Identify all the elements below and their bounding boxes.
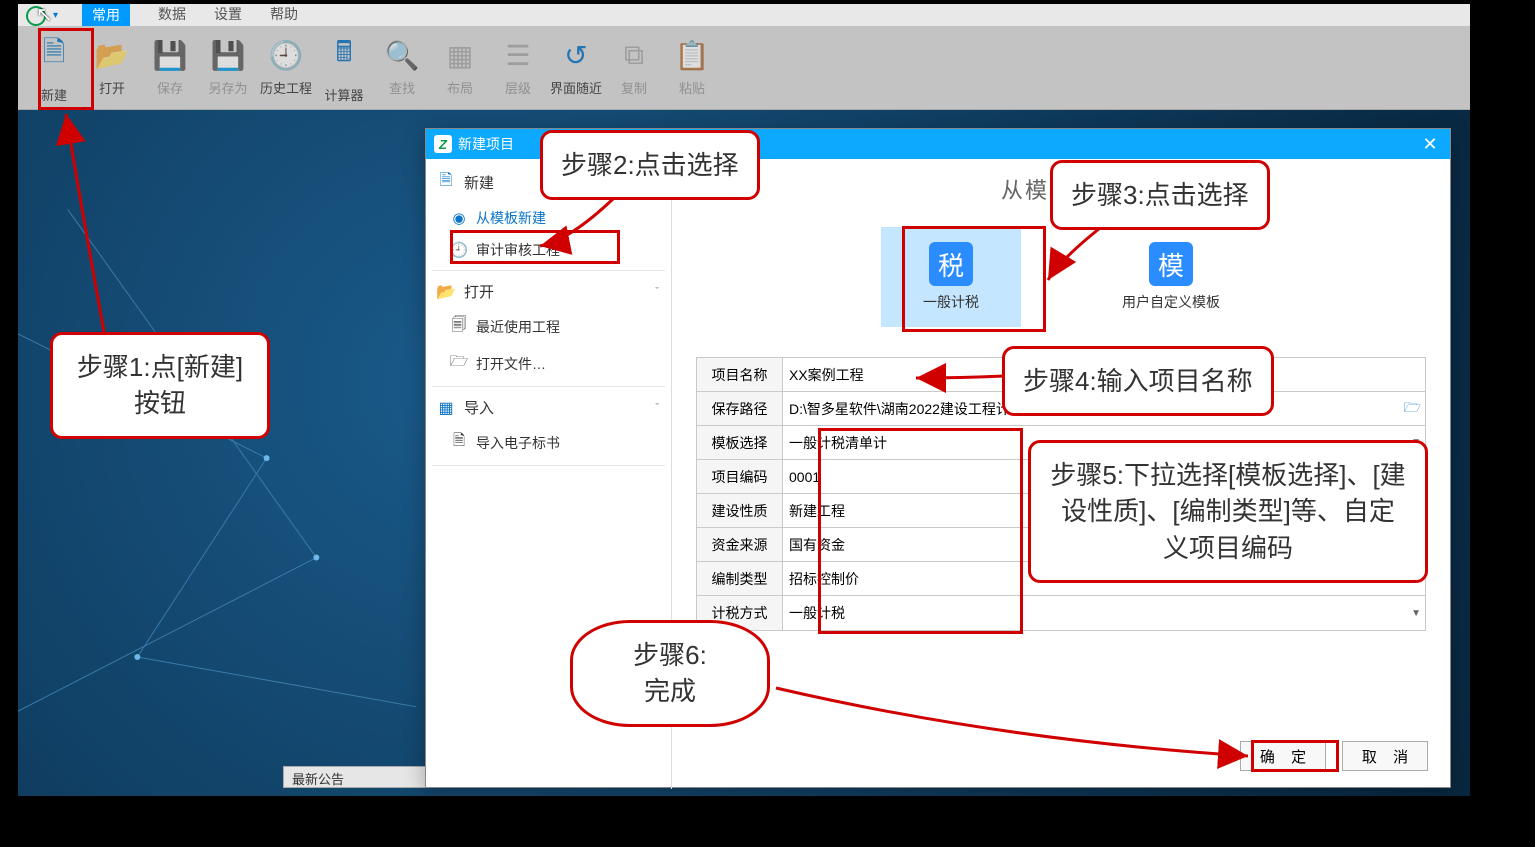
dropdown-icon[interactable]: ▼ bbox=[1411, 608, 1421, 619]
template-card-一般计税[interactable]: 税一般计税 bbox=[881, 227, 1021, 327]
menu-shuju[interactable]: 数据 bbox=[158, 4, 186, 26]
ribbon-label: 打开 bbox=[99, 78, 125, 97]
form-input-计税方式[interactable] bbox=[789, 605, 1419, 621]
chevron-down-icon: ˇ bbox=[655, 286, 659, 298]
callout-step6: 步骤6:完成 bbox=[570, 620, 770, 727]
folder-browse-icon[interactable]: 🗁 bbox=[1404, 397, 1421, 421]
ribbon-icon: ☰ bbox=[505, 39, 530, 72]
mouse-cursor: ↖ bbox=[36, 2, 53, 27]
ribbon-查找: 🔍 查找 bbox=[374, 32, 430, 103]
ribbon-层级: ☰ 层级 bbox=[490, 32, 546, 103]
form-label-编制类型: 编制类型 bbox=[697, 562, 783, 595]
item-icon: 🕘 bbox=[448, 241, 470, 259]
form-label-项目编码: 项目编码 bbox=[697, 460, 783, 493]
menubar: 常用 数据 设置 帮助 bbox=[18, 4, 1470, 26]
ribbon-label: 另存为 bbox=[208, 78, 247, 97]
chevron-down-icon: ˇ bbox=[655, 402, 659, 414]
sidebar-group-打开[interactable]: 📂打开ˇ bbox=[432, 275, 665, 308]
form-label-模板选择: 模板选择 bbox=[697, 426, 783, 459]
ribbon-label: 历史工程 bbox=[260, 78, 312, 97]
ribbon-label: 界面随近 bbox=[550, 78, 602, 97]
item-icon: 🗐 bbox=[448, 314, 470, 339]
form-label-项目名称: 项目名称 bbox=[697, 358, 783, 391]
item-icon: 🗁 bbox=[448, 351, 470, 376]
sidebar-item-审计审核工程[interactable]: 🕘审计审核工程 bbox=[432, 234, 665, 266]
ribbon-粘贴: 📋 粘贴 bbox=[664, 32, 720, 103]
callout-step5: 步骤5:下拉选择[模板选择]、[建设性质]、[编制类型]等、自定义项目编码 bbox=[1028, 440, 1428, 583]
ribbon-label: 粘贴 bbox=[679, 78, 705, 97]
card-icon: 税 bbox=[929, 242, 973, 286]
ribbon-icon: 🕘 bbox=[269, 39, 304, 72]
ribbon-历史工程[interactable]: 🕘 历史工程 bbox=[258, 32, 314, 103]
menu-shezhi[interactable]: 设置 bbox=[214, 4, 242, 26]
sidebar-item-导入电子标书[interactable]: 🗎导入电子标书 bbox=[432, 424, 665, 461]
dialog-title: 新建项目 bbox=[458, 134, 514, 154]
ribbon-另存为: 💾 另存为 bbox=[200, 32, 256, 103]
ribbon-界面随近[interactable]: ↺ 界面随近 bbox=[548, 32, 604, 103]
card-icon: 模 bbox=[1149, 242, 1193, 286]
dialog-close-button[interactable]: ✕ bbox=[1410, 129, 1450, 159]
ribbon-布局: ▦ 布局 bbox=[432, 32, 488, 103]
sidebar-group-导入[interactable]: ▦导入ˇ bbox=[432, 391, 665, 424]
ribbon-icon: 📂 bbox=[95, 39, 130, 72]
card-label: 一般计税 bbox=[923, 292, 979, 312]
sidebar-item-打开文件…[interactable]: 🗁打开文件… bbox=[432, 345, 665, 382]
item-icon: ◉ bbox=[448, 209, 470, 227]
ribbon-label: 布局 bbox=[447, 78, 473, 97]
ribbon-icon: 💾 bbox=[211, 39, 246, 72]
callout-step4: 步骤4:输入项目名称 bbox=[1002, 346, 1274, 416]
callout-step3: 步骤3:点击选择 bbox=[1050, 160, 1270, 230]
form-label-保存路径: 保存路径 bbox=[697, 392, 783, 425]
ribbon-label: 层级 bbox=[505, 78, 531, 97]
ribbon-icon: ⧉ bbox=[624, 39, 644, 72]
group-icon: ▦ bbox=[436, 398, 456, 418]
ribbon-icon: 🖩 bbox=[336, 31, 353, 79]
ribbon-label: 复制 bbox=[621, 78, 647, 97]
announcement-bar[interactable]: 最新公告 bbox=[283, 766, 433, 788]
ribbon-icon: 📋 bbox=[675, 39, 710, 72]
ribbon-icon: 🔍 bbox=[385, 39, 420, 72]
ribbon-icon: 🗎 bbox=[43, 31, 66, 79]
form-label-建设性质: 建设性质 bbox=[697, 494, 783, 527]
ribbon-icon: ↺ bbox=[564, 39, 587, 72]
form-label-资金来源: 资金来源 bbox=[697, 528, 783, 561]
ribbon-label: 查找 bbox=[389, 78, 415, 97]
ribbon-label: 新建 bbox=[41, 85, 67, 104]
ribbon-新建[interactable]: 🗎 新建 bbox=[26, 32, 82, 103]
template-card-row: 税一般计税模用户自定义模板 bbox=[696, 227, 1426, 327]
ribbon-打开[interactable]: 📂 打开 bbox=[84, 32, 140, 103]
item-icon: 🗎 bbox=[448, 430, 470, 455]
card-label: 用户自定义模板 bbox=[1122, 292, 1220, 312]
template-card-用户自定义模板[interactable]: 模用户自定义模板 bbox=[1101, 227, 1241, 327]
ok-button[interactable]: 确 定 bbox=[1240, 741, 1326, 771]
form-value-计税方式[interactable]: ▼ bbox=[783, 596, 1425, 630]
menu-changyong[interactable]: 常用 bbox=[82, 4, 130, 26]
cancel-button[interactable]: 取 消 bbox=[1342, 741, 1428, 771]
ribbon-icon: ▦ bbox=[447, 39, 473, 72]
sidebar-item-最近使用工程[interactable]: 🗐最近使用工程 bbox=[432, 308, 665, 345]
dialog-logo-icon: Z bbox=[434, 135, 452, 153]
ribbon-计算器[interactable]: 🖩 计算器 bbox=[316, 32, 372, 103]
ribbon-label: 保存 bbox=[157, 78, 183, 97]
callout-step1: 步骤1:点[新建]按钮 bbox=[50, 332, 270, 439]
sidebar-item-从模板新建[interactable]: ◉从模板新建 bbox=[432, 202, 665, 234]
menu-bangzhu[interactable]: 帮助 bbox=[270, 4, 298, 26]
ribbon-保存: 💾 保存 bbox=[142, 32, 198, 103]
ribbon-复制: ⧉ 复制 bbox=[606, 32, 662, 103]
ribbon-icon: 💾 bbox=[153, 39, 188, 72]
callout-step2: 步骤2:点击选择 bbox=[540, 130, 760, 200]
ribbon-label: 计算器 bbox=[324, 85, 363, 104]
group-icon: 📂 bbox=[436, 282, 456, 302]
group-icon: 🗎 bbox=[436, 169, 456, 196]
ribbon: 🗎 新建 📂 打开 💾 保存 💾 另存为 🕘 历史工程 🖩 计算器 🔍 查找 ▦ 布局 ☰ 层级 ↺ 界面随近 ⧉ 复制 📋… bbox=[18, 26, 1470, 110]
